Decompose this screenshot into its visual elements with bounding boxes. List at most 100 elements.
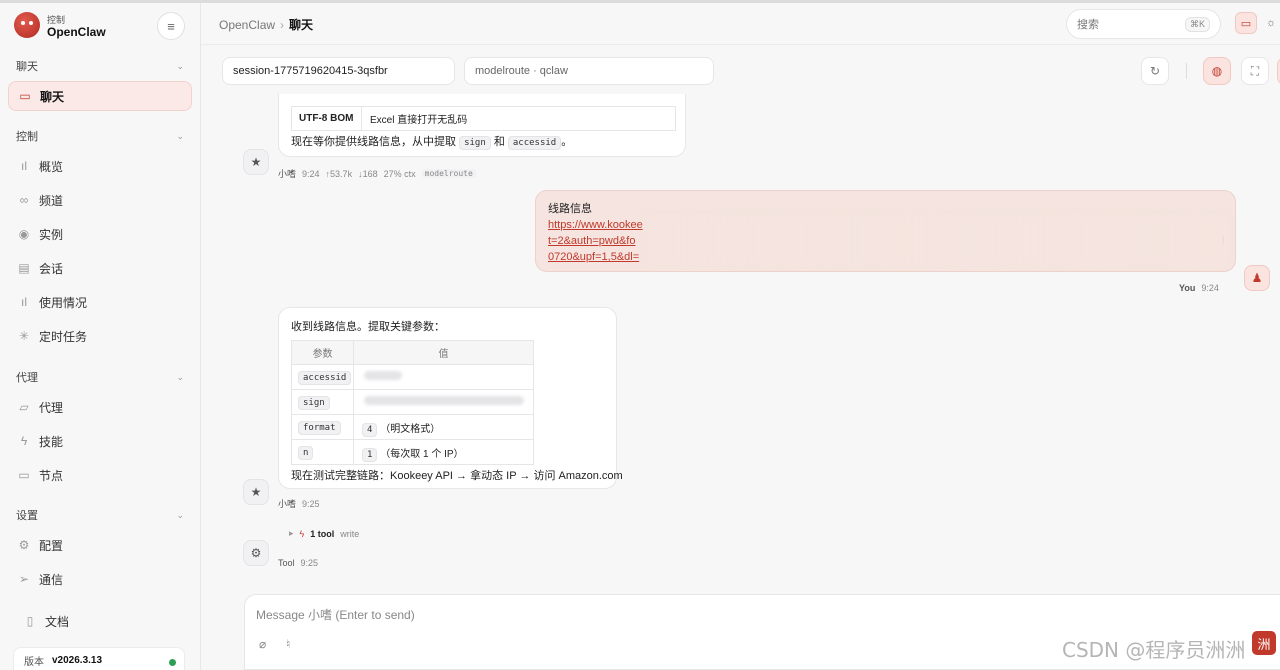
chevron-right-icon: ▸ <box>289 528 294 538</box>
user-message: 线路信息 https://www.kookee t=2&auth=pwd&fo!… <box>535 190 1236 272</box>
tool-call-summary[interactable]: ▸ ϟ 1 tool write <box>289 528 359 539</box>
sidebar-item-config[interactable]: ⚙ 配置 <box>8 530 192 560</box>
theme-light-button[interactable]: ☼ <box>1260 12 1280 34</box>
text-span: 和 <box>493 136 505 148</box>
table-cell <box>353 389 534 415</box>
sidebar-item-cron[interactable]: ✳ 定时任务 <box>8 321 192 351</box>
table-cell: 4 （明文格式） <box>353 414 534 440</box>
sidebar-item-sessions[interactable]: ▤ 会话 <box>8 253 192 283</box>
folder-icon: ▱ <box>19 400 29 414</box>
table-row: accessid <box>291 364 534 390</box>
gear-icon: ⚙ <box>250 546 262 560</box>
sidebar-item-instances[interactable]: ◉ 实例 <box>8 219 192 249</box>
watermark-badge: 洲 <box>1252 631 1276 655</box>
message-meta: Tool 9:25 <box>278 558 318 568</box>
sidebar-item-channels[interactable]: ∞ 频道 <box>8 185 192 215</box>
sidebar-section-control[interactable]: 控制 ⌄ <box>16 128 186 144</box>
section-label: 控制 <box>16 131 38 143</box>
toolbar-divider <box>1186 63 1187 79</box>
text-span: 。 <box>561 136 573 148</box>
sidebar-item-overview[interactable]: ıl 概览 <box>8 151 192 181</box>
param-code: n <box>298 445 314 460</box>
message-time: 9:25 <box>300 558 319 568</box>
column-header: 值 <box>353 340 534 365</box>
context-usage: 27% ctx <box>383 168 416 179</box>
params-table: 参数 值 accessid sign format 4 （明文格式） n 1 （… <box>291 340 534 465</box>
message-text: 现在测试完整链路：Kookeey API → 拿动态 IP → 访问 Amazo… <box>291 470 623 482</box>
status-dot-icon <box>169 659 176 666</box>
brain-icon: ◍ <box>1211 64 1223 78</box>
sidebar-item-nodes[interactable]: ▭ 节点 <box>8 460 192 490</box>
radio-signal-icon: ◉ <box>18 227 30 241</box>
attachment-icon[interactable]: ⌀ <box>259 637 266 651</box>
sidebar-item-label: 频道 <box>39 193 64 208</box>
sidebar-section-agent[interactable]: 代理 ⌄ <box>16 369 186 385</box>
sun-icon: ☼ <box>1265 17 1277 29</box>
table-cell: sign <box>291 389 354 415</box>
sidebar-section-settings[interactable]: 设置 ⌄ <box>16 507 186 523</box>
focus-mode-button[interactable]: ⛶ <box>1241 57 1269 85</box>
spinner-icon: ✳ <box>18 329 30 343</box>
breadcrumb-current: 聊天 <box>289 18 314 32</box>
sidebar-item-usage[interactable]: ıl 使用情况 <box>8 287 192 317</box>
microphone-icon[interactable]: ♮ <box>286 637 290 651</box>
chevron-down-icon: ⌄ <box>176 60 184 71</box>
sidebar-item-label: 定时任务 <box>39 329 88 344</box>
sidebar-item-label: 聊天 <box>40 89 65 104</box>
sidebar-item-label: 文档 <box>45 614 70 629</box>
chevron-down-icon: ⌄ <box>176 509 184 520</box>
focus-icon: ⛶ <box>1250 63 1260 78</box>
tokens-in: ↑53.7k <box>325 168 353 179</box>
section-label: 设置 <box>16 510 38 522</box>
section-label: 聊天 <box>16 61 38 73</box>
sidebar-toggle-button[interactable]: ≡ <box>157 12 185 40</box>
section-label: 代理 <box>16 372 38 384</box>
link-icon: ∞ <box>19 193 29 207</box>
tool-avatar: ⚙ <box>243 540 269 566</box>
sidebar: 控制 OpenClaw ≡ 聊天 ⌄ ▭ 聊天 控制 ⌄ ıl 概览 ∞ 频道 … <box>0 3 201 670</box>
chevron-down-icon: ⌄ <box>176 371 184 382</box>
session-select[interactable]: session-1775719620415-3qsfbr <box>222 57 455 85</box>
send-icon: ➢ <box>18 572 30 586</box>
model-tag: modelroute <box>421 169 476 178</box>
watermark-text: CSDN @程序员洲洲 <box>1062 638 1246 662</box>
refresh-button[interactable]: ↻ <box>1141 57 1169 85</box>
sidebar-item-label: 实例 <box>39 227 64 242</box>
breadcrumb-separator-icon: › <box>280 18 285 32</box>
model-name: modelroute · qclaw <box>475 65 568 77</box>
sidebar-item-chat[interactable]: ▭ 聊天 <box>8 81 192 111</box>
table-cell: UTF-8 BOM <box>292 107 362 130</box>
table-row: n 1 （每次取 1 个 IP） <box>291 439 534 465</box>
version-label: 版本 <box>24 656 44 668</box>
table-cell: 1 （每次取 1 个 IP） <box>353 439 534 465</box>
lightning-icon: ϟ <box>299 528 305 539</box>
chat-bubble-icon: ▭ <box>19 89 31 103</box>
search-placeholder: 搜索 <box>1077 19 1099 31</box>
theme-system-button[interactable]: ▭ <box>1235 12 1257 34</box>
table-cell: n <box>291 439 354 465</box>
table-row: format 4 （明文格式） <box>291 414 534 440</box>
sidebar-item-label: 配置 <box>39 538 64 553</box>
thinking-toggle-button[interactable]: ◍ <box>1203 57 1231 85</box>
sidebar-item-agents[interactable]: ▱ 代理 <box>8 392 192 422</box>
sidebar-item-docs[interactable]: ▯ 文档 <box>14 606 198 636</box>
sidebar-section-chat[interactable]: 聊天 ⌄ <box>16 58 186 74</box>
breadcrumb-root[interactable]: OpenClaw <box>219 18 275 32</box>
bar-chart-icon: ıl <box>21 159 27 173</box>
message-author: You <box>1179 283 1196 293</box>
monitor-icon: ▭ <box>1240 17 1252 30</box>
param-code: sign <box>298 395 330 410</box>
sidebar-item-skills[interactable]: ϟ 技能 <box>8 426 192 456</box>
inline-code: accessid <box>507 136 562 150</box>
tokens-out: ↓168 <box>358 168 378 179</box>
sidebar-item-label: 使用情况 <box>39 295 88 310</box>
chevron-down-icon: ⌄ <box>176 130 184 141</box>
value-code: 4 <box>362 422 378 437</box>
sidebar-item-communication[interactable]: ➢ 通信 <box>8 564 192 594</box>
link-text: t=2&auth=pwd&fo <box>548 235 636 247</box>
model-select[interactable]: modelroute · qclaw <box>464 57 714 85</box>
message-author: 小嗜 <box>278 499 297 509</box>
assistant-avatar: ★ <box>243 479 269 505</box>
search-input[interactable]: 搜索 ⌘K <box>1066 9 1221 39</box>
sidebar-item-label: 通信 <box>39 572 64 587</box>
